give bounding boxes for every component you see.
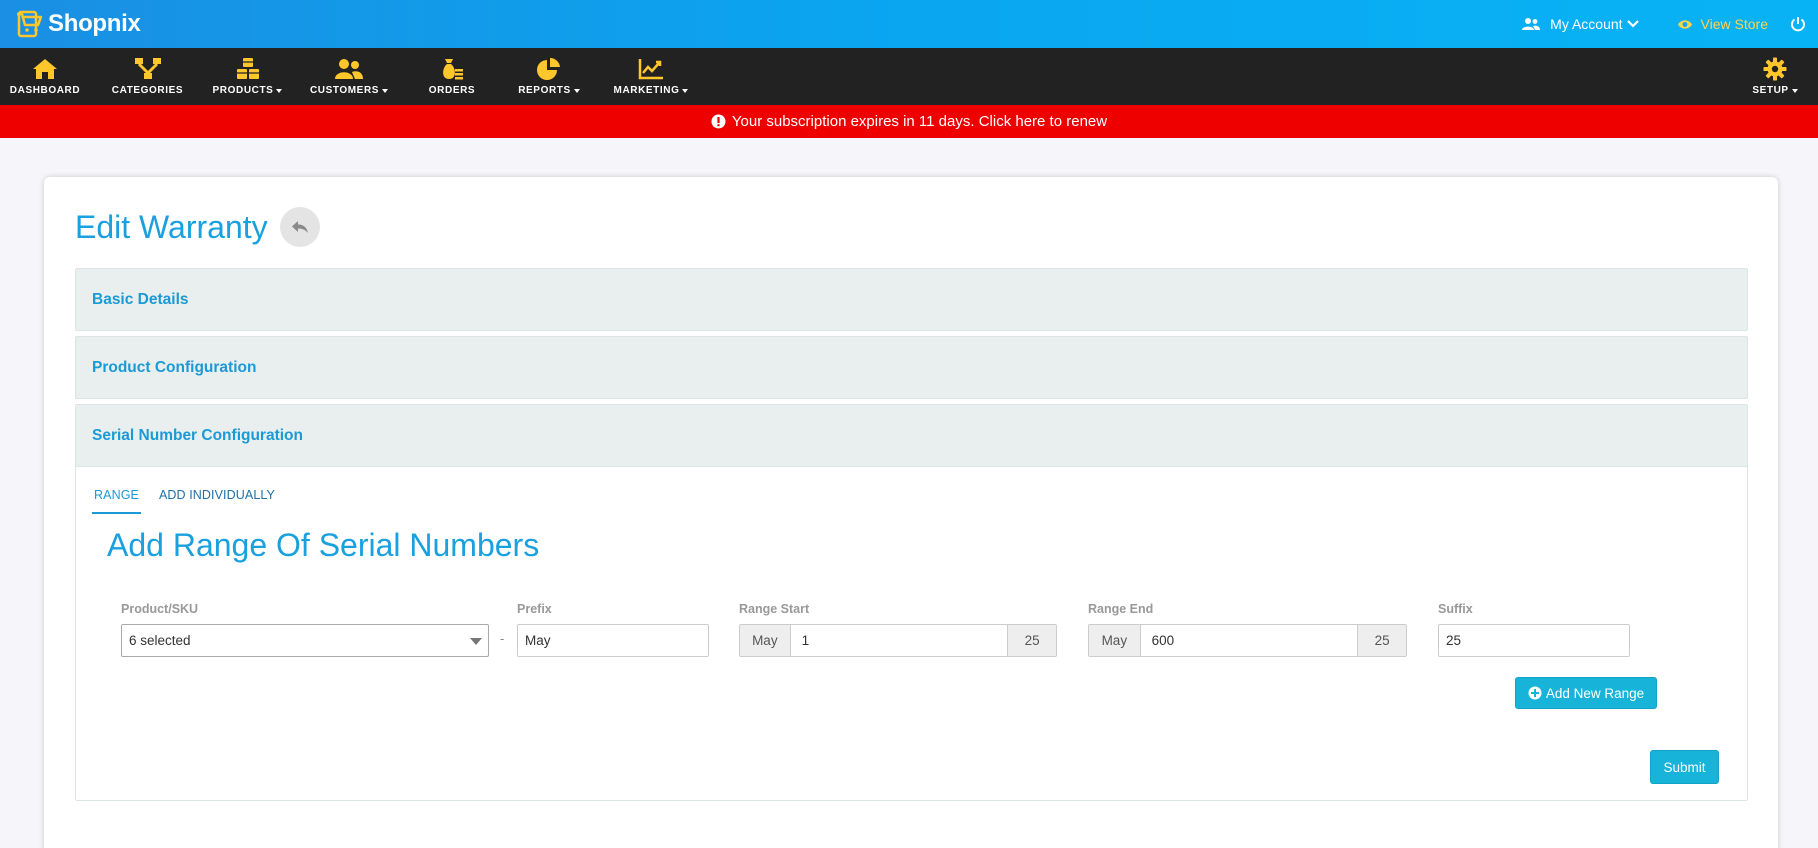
- line-chart-icon: [638, 59, 663, 80]
- header-actions: My Account View Store: [1522, 0, 1818, 48]
- submit-label: Submit: [1663, 759, 1706, 775]
- serial-tabs: RANGE ADD INDIVIDUALLY: [92, 488, 293, 514]
- nav-marketing[interactable]: MARKETING: [602, 48, 700, 105]
- gear-icon: [1763, 57, 1787, 81]
- nav-label: ORDERS: [428, 85, 476, 96]
- product-sku-select[interactable]: 6 selected: [121, 624, 489, 657]
- page-title: Edit Warranty: [75, 208, 268, 245]
- tab-range[interactable]: RANGE: [92, 488, 141, 514]
- range-start-group: May 1 25: [739, 624, 1057, 657]
- range-end-suffix: 25: [1357, 625, 1406, 656]
- nav-label: CUSTOMERS: [309, 85, 380, 96]
- tab-add-individually[interactable]: ADD INDIVIDUALLY: [157, 488, 277, 514]
- submit-button[interactable]: Submit: [1650, 750, 1719, 784]
- nav-dashboard[interactable]: DASHBOARD: [0, 48, 90, 105]
- product-configuration-header[interactable]: Product Configuration: [76, 337, 1747, 399]
- my-account-label: My Account: [1550, 16, 1623, 32]
- nav-categories[interactable]: CATEGORIES: [90, 48, 205, 105]
- range-start-value: 1: [801, 633, 810, 648]
- chevron-down-icon: [1626, 20, 1639, 28]
- exclamation-circle-icon: [711, 114, 726, 129]
- suffix-label: Suffix: [1438, 602, 1473, 616]
- prefix-label: Prefix: [517, 602, 552, 616]
- add-new-range-button[interactable]: Add New Range: [1515, 677, 1657, 709]
- range-start-label: Range Start: [739, 602, 810, 616]
- nav-label: MARKETING: [613, 85, 680, 96]
- view-store-link[interactable]: View Store: [1677, 16, 1768, 32]
- prefix-value: May: [525, 633, 551, 648]
- nav-label: REPORTS: [518, 85, 571, 96]
- users-icon: [1522, 18, 1541, 30]
- shopnix-logo-icon: [17, 10, 43, 38]
- prefix-input[interactable]: May: [517, 624, 709, 657]
- reply-icon: [291, 221, 308, 233]
- eye-icon: [1677, 19, 1692, 29]
- basic-details-header[interactable]: Basic Details: [76, 269, 1747, 331]
- nav-orders[interactable]: ORDERS: [408, 48, 496, 105]
- back-button[interactable]: [279, 207, 320, 247]
- product-sku-value: 6 selected: [129, 633, 191, 648]
- nav-label: DASHBOARD: [9, 85, 81, 96]
- basic-details-section: Basic Details: [75, 268, 1748, 331]
- alert-text: Your subscription expires in 11 days. Cl…: [731, 113, 1108, 130]
- power-icon: [1791, 17, 1805, 32]
- product-sku-label: Product/SKU: [121, 602, 199, 616]
- range-start-suffix: 25: [1007, 625, 1056, 656]
- money-bag-icon: [443, 59, 463, 80]
- nav-customers[interactable]: CUSTOMERS: [290, 48, 408, 105]
- range-end-value: 600: [1151, 633, 1175, 648]
- nav-label: PRODUCTS: [212, 85, 274, 96]
- range-start-prefix: May: [740, 625, 791, 656]
- range-title: Add Range Of Serial Numbers: [107, 527, 540, 563]
- view-store-label: View Store: [1700, 16, 1768, 32]
- top-header: Shopnix My Account View Store: [0, 0, 1818, 48]
- range-end-group: May 600 25: [1088, 624, 1407, 657]
- separator: -: [500, 631, 505, 646]
- main-nav: DASHBOARD CATEGORIES PRODUCTS CUSTOMERS: [0, 48, 1818, 105]
- main-card: Edit Warranty Basic Details Product Conf…: [44, 177, 1778, 848]
- nav-products[interactable]: PRODUCTS: [205, 48, 290, 105]
- add-new-range-label: Add New Range: [1545, 685, 1645, 701]
- my-account-menu[interactable]: My Account: [1522, 16, 1648, 32]
- cubes-icon: [236, 58, 259, 79]
- nav-label: SETUP: [1752, 85, 1789, 96]
- users-icon: [335, 59, 363, 79]
- subscription-alert[interactable]: Your subscription expires in 11 days. Cl…: [0, 105, 1818, 138]
- range-start-input[interactable]: 1: [790, 625, 1008, 656]
- app-name: Shopnix: [48, 10, 141, 37]
- caret-down-icon: [276, 88, 283, 93]
- caret-down-icon: [682, 88, 689, 93]
- home-icon: [33, 59, 57, 79]
- nav-reports[interactable]: REPORTS: [496, 48, 602, 105]
- caret-down-icon: [573, 88, 580, 93]
- caret-down-icon: [382, 88, 389, 93]
- caret-down-icon: [1791, 88, 1798, 93]
- suffix-input[interactable]: 25: [1438, 624, 1630, 657]
- title-row: Edit Warranty: [75, 207, 320, 247]
- nav-label: CATEGORIES: [111, 85, 184, 96]
- nav-setup[interactable]: SETUP: [1750, 48, 1800, 105]
- range-end-label: Range End: [1088, 602, 1154, 616]
- logout-button[interactable]: [1790, 16, 1806, 32]
- serial-number-configuration-section: Serial Number Configuration RANGE ADD IN…: [75, 404, 1748, 801]
- plus-circle-icon: [1528, 686, 1542, 700]
- dropdown-arrow-icon: [470, 638, 482, 645]
- suffix-value: 25: [1446, 633, 1462, 648]
- pie-chart-icon: [537, 57, 560, 80]
- range-end-prefix: May: [1089, 625, 1141, 656]
- range-end-input[interactable]: 600: [1140, 625, 1358, 656]
- logo[interactable]: Shopnix: [16, 0, 141, 48]
- sitemap-icon: [134, 58, 161, 79]
- serial-number-configuration-header[interactable]: Serial Number Configuration: [76, 405, 1747, 467]
- product-configuration-section: Product Configuration: [75, 336, 1748, 399]
